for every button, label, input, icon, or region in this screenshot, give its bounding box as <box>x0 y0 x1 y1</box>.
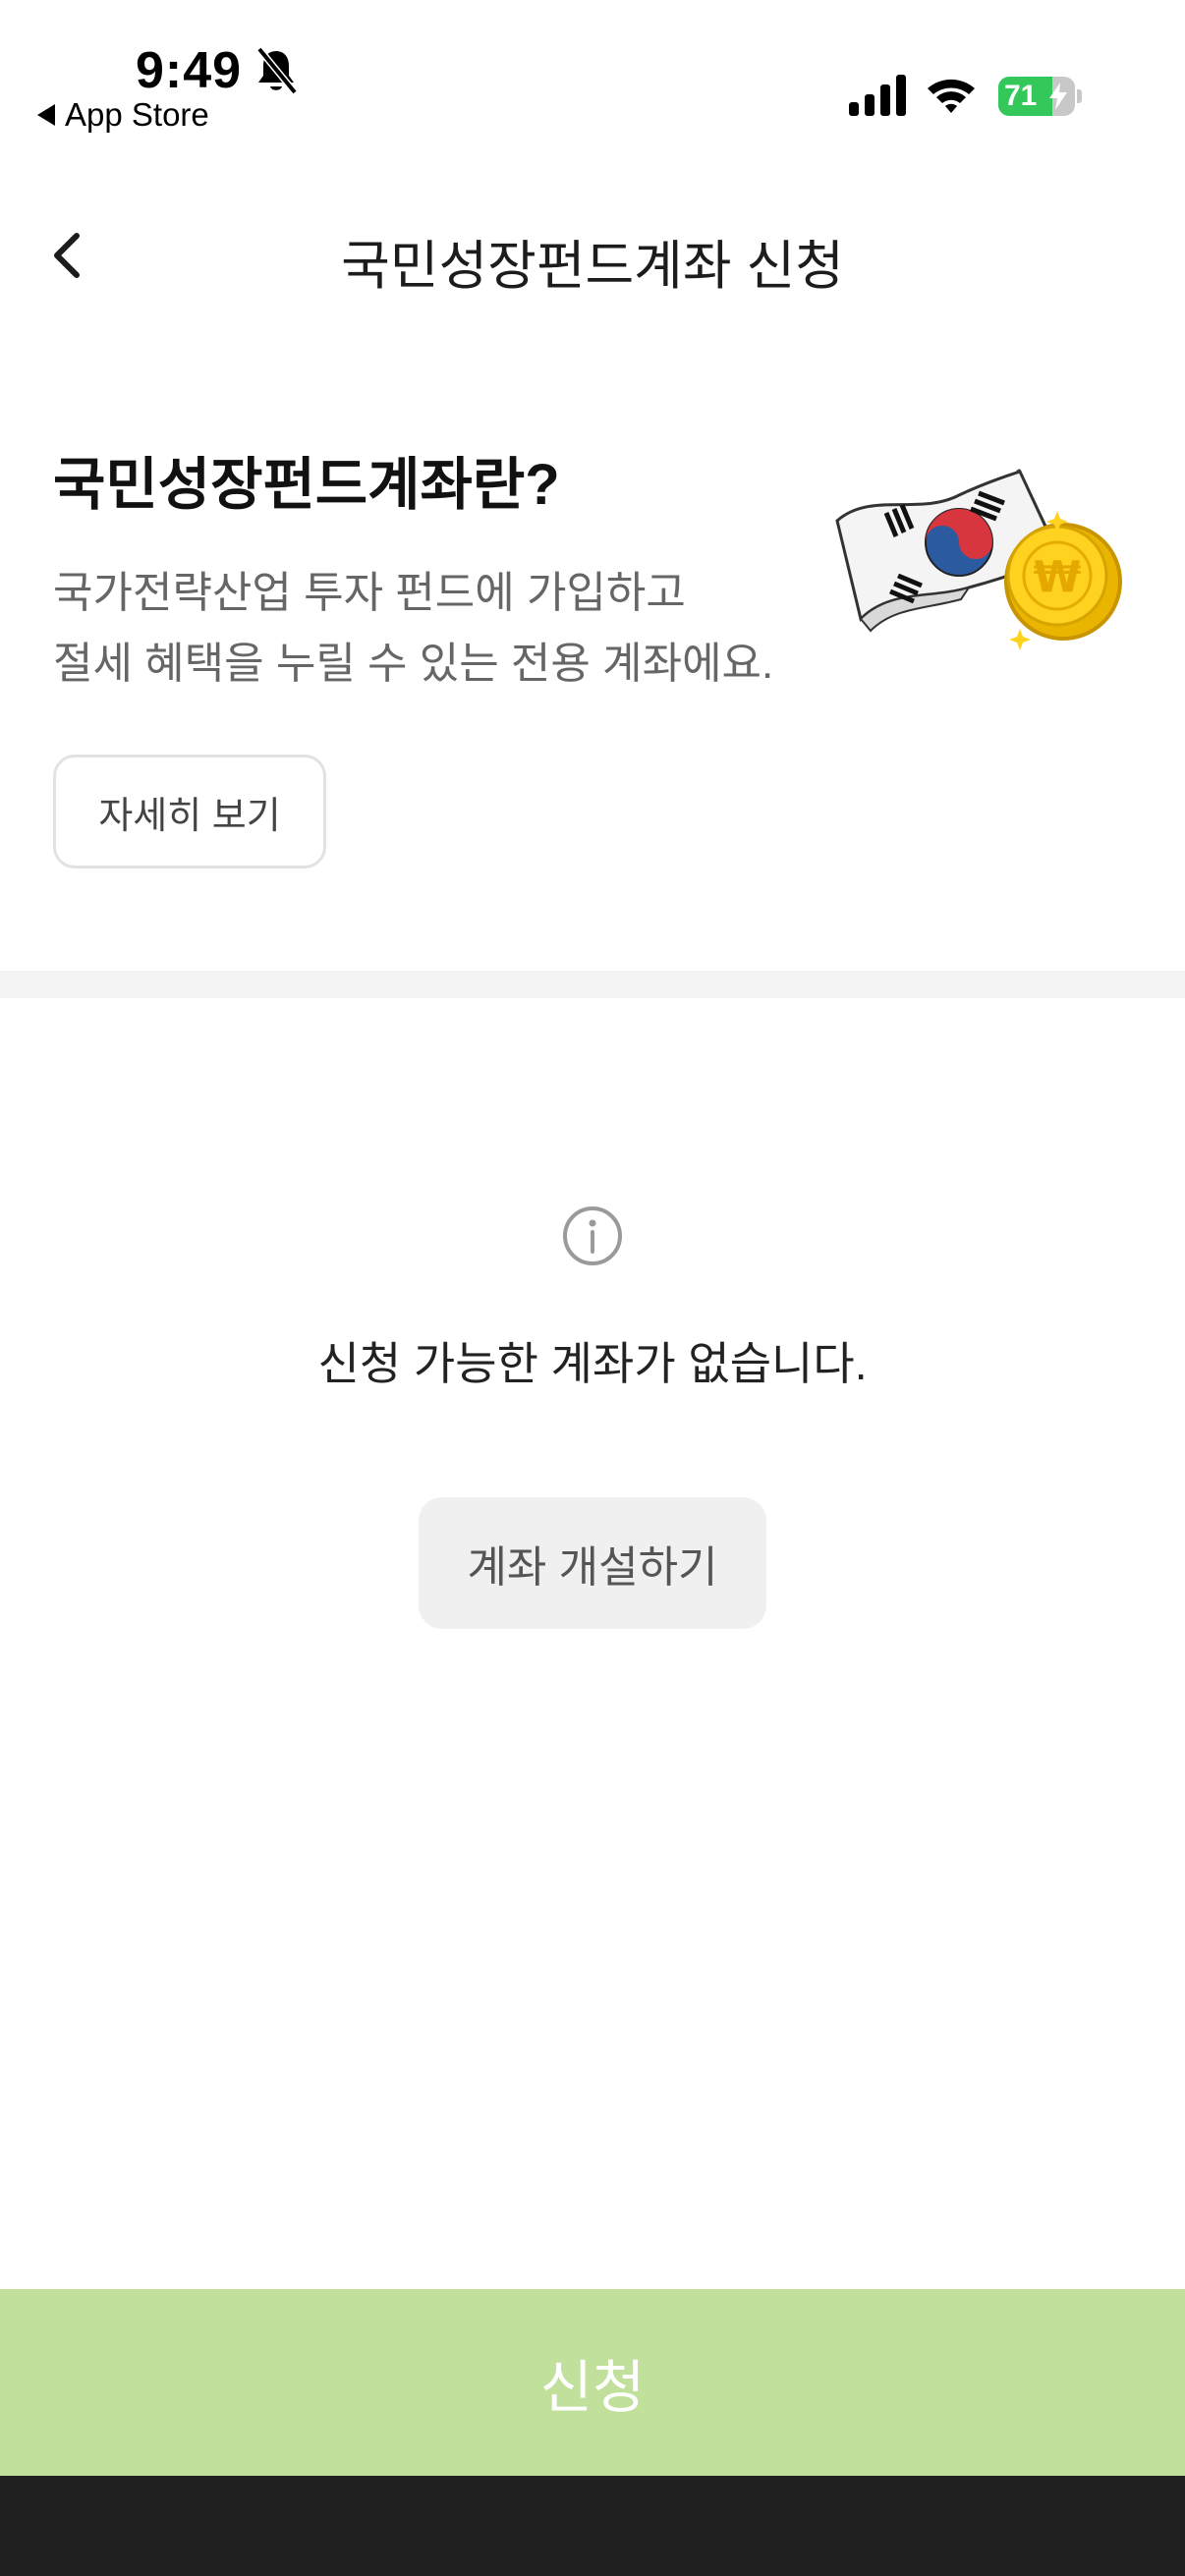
back-to-app-store[interactable]: App Store <box>37 96 209 134</box>
intro-title: 국민성장펀드계좌란? <box>53 453 560 517</box>
status-bar: 9:49 App Store 71 <box>0 0 1185 147</box>
intro-description-line: 국가전략산업 투자 펀드에 가입하고 <box>53 569 686 617</box>
svg-text:₩: ₩ <box>1034 552 1082 602</box>
page-title: 국민성장펀드계좌 신청 <box>341 237 844 296</box>
back-triangle-icon <box>37 104 55 126</box>
korean-flag-coin-illustration: ₩ <box>835 469 1122 650</box>
battery-indicator: 71 <box>998 77 1082 116</box>
info-icon <box>563 1206 622 1265</box>
intro-description-line: 절세 혜택을 누릴 수 있는 전용 계좌에요. <box>53 640 774 688</box>
wifi-icon <box>928 79 975 113</box>
bell-muted-icon <box>256 46 298 95</box>
nav-header: 국민성장펀드계좌 신청 <box>0 187 1185 324</box>
back-app-label: App Store <box>65 96 209 133</box>
cellular-signal-icon <box>849 75 906 116</box>
battery-percent: 71 <box>1004 80 1038 112</box>
open-account-button[interactable]: 계좌 개설하기 <box>419 1497 766 1629</box>
intro-description: 국가전략산업 투자 펀드에 가입하고 절세 혜택을 누릴 수 있는 전용 계좌에… <box>53 558 839 700</box>
charging-bolt-icon <box>1049 83 1067 110</box>
home-indicator-area <box>0 2476 1185 2576</box>
empty-state-message: 신청 가능한 계좌가 없습니다. <box>317 1338 868 1389</box>
apply-button[interactable]: 신청 <box>0 2289 1185 2476</box>
status-time: 9:49 <box>136 42 243 99</box>
more-details-button[interactable]: 자세히 보기 <box>53 755 326 868</box>
section-divider <box>0 971 1185 998</box>
